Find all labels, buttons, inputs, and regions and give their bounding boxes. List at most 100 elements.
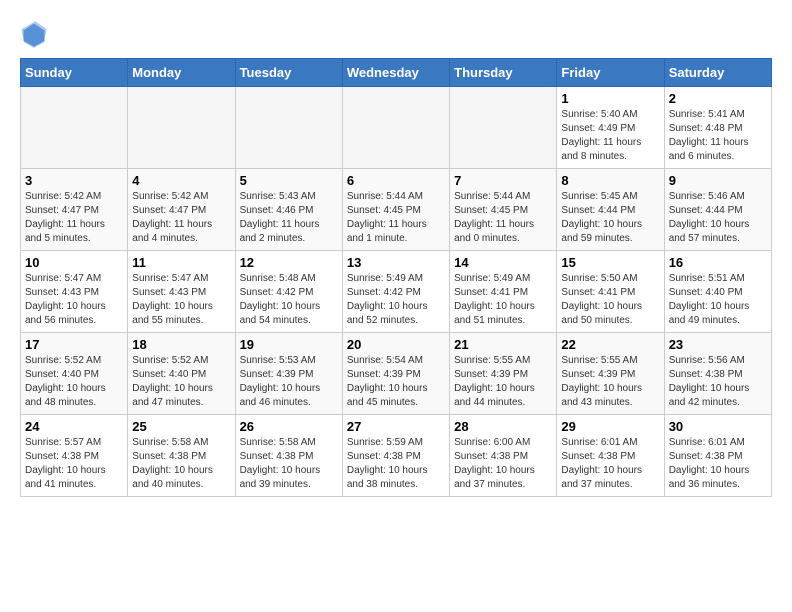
calendar-cell: 25Sunrise: 5:58 AM Sunset: 4:38 PM Dayli… (128, 415, 235, 497)
calendar-cell: 8 Sunrise: 5:45 AM Sunset: 4:44 PM Daylig… (557, 169, 664, 251)
day-number: 3 (25, 173, 123, 188)
calendar-cell: 16Sunrise: 5:51 AM Sunset: 4:40 PM Dayli… (664, 251, 771, 333)
header-wednesday: Wednesday (342, 59, 449, 87)
header-sunday: Sunday (21, 59, 128, 87)
calendar-cell: 18Sunrise: 5:52 AM Sunset: 4:40 PM Dayli… (128, 333, 235, 415)
day-info: Sunrise: 5:55 AM Sunset: 4:39 PM Dayligh… (561, 354, 659, 410)
calendar-cell (21, 87, 128, 169)
day-number: 13 (347, 255, 445, 270)
day-info: Sunrise: 5:42 AM Sunset: 4:47 PM Dayligh… (25, 190, 123, 246)
day-info: Sunrise: 6:01 AM Sunset: 4:38 PM Dayligh… (669, 436, 767, 492)
day-info: Sunrise: 6:00 AM Sunset: 4:38 PM Dayligh… (454, 436, 552, 492)
day-info: Sunrise: 5:42 AM Sunset: 4:47 PM Dayligh… (132, 190, 230, 246)
week-row-5: 24 Sunrise: 5:57 AM Sunset: 4:38 PM Dayli… (21, 415, 772, 497)
calendar-cell: 7 Sunrise: 5:44 AM Sunset: 4:45 PM Daylig… (450, 169, 557, 251)
day-info: Sunrise: 5:54 AM Sunset: 4:39 PM Dayligh… (347, 354, 445, 410)
day-info: Sunrise: 5:52 AM Sunset: 4:40 PM Dayligh… (25, 354, 123, 410)
calendar-cell: 20Sunrise: 5:54 AM Sunset: 4:39 PM Dayli… (342, 333, 449, 415)
calendar-cell: 10 Sunrise: 5:47 AM Sunset: 4:43 PM Dayli… (21, 251, 128, 333)
calendar-cell: 9 Sunrise: 5:46 AM Sunset: 4:44 PM Daylig… (664, 169, 771, 251)
day-info: Sunrise: 5:40 AM Sunset: 4:49 PM Dayligh… (561, 108, 659, 164)
day-number: 22 (561, 337, 659, 352)
day-number: 8 (561, 173, 659, 188)
calendar-cell (450, 87, 557, 169)
day-info: Sunrise: 5:44 AM Sunset: 4:45 PM Dayligh… (347, 190, 445, 246)
day-number: 26 (240, 419, 338, 434)
calendar-cell: 5 Sunrise: 5:43 AM Sunset: 4:46 PM Daylig… (235, 169, 342, 251)
day-info: Sunrise: 5:46 AM Sunset: 4:44 PM Dayligh… (669, 190, 767, 246)
header-tuesday: Tuesday (235, 59, 342, 87)
day-number: 10 (25, 255, 123, 270)
calendar-cell: 14 Sunrise: 5:49 AM Sunset: 4:41 PM Dayli… (450, 251, 557, 333)
logo-icon (20, 20, 48, 48)
day-info: Sunrise: 5:44 AM Sunset: 4:45 PM Dayligh… (454, 190, 552, 246)
calendar-cell (235, 87, 342, 169)
day-number: 17 (25, 337, 123, 352)
calendar-cell: 26 Sunrise: 5:58 AM Sunset: 4:38 PM Dayli… (235, 415, 342, 497)
day-number: 14 (454, 255, 552, 270)
day-info: Sunrise: 5:59 AM Sunset: 4:38 PM Dayligh… (347, 436, 445, 492)
day-number: 6 (347, 173, 445, 188)
day-info: Sunrise: 5:51 AM Sunset: 4:40 PM Dayligh… (669, 272, 767, 328)
header-row: SundayMondayTuesdayWednesdayThursdayFrid… (21, 59, 772, 87)
calendar-cell: 13 Sunrise: 5:49 AM Sunset: 4:42 PM Dayli… (342, 251, 449, 333)
calendar-cell: 23Sunrise: 5:56 AM Sunset: 4:38 PM Dayli… (664, 333, 771, 415)
day-number: 4 (132, 173, 230, 188)
header-thursday: Thursday (450, 59, 557, 87)
calendar-cell: 17 Sunrise: 5:52 AM Sunset: 4:40 PM Dayli… (21, 333, 128, 415)
calendar-cell: 15Sunrise: 5:50 AM Sunset: 4:41 PM Dayli… (557, 251, 664, 333)
day-info: Sunrise: 5:55 AM Sunset: 4:39 PM Dayligh… (454, 354, 552, 410)
calendar-cell: 30 Sunrise: 6:01 AM Sunset: 4:38 PM Dayli… (664, 415, 771, 497)
calendar-cell: 4 Sunrise: 5:42 AM Sunset: 4:47 PM Daylig… (128, 169, 235, 251)
header-friday: Friday (557, 59, 664, 87)
day-number: 30 (669, 419, 767, 434)
day-info: Sunrise: 5:47 AM Sunset: 4:43 PM Dayligh… (132, 272, 230, 328)
day-number: 15 (561, 255, 659, 270)
day-number: 2 (669, 91, 767, 106)
day-number: 21 (454, 337, 552, 352)
calendar-cell (128, 87, 235, 169)
day-info: Sunrise: 5:45 AM Sunset: 4:44 PM Dayligh… (561, 190, 659, 246)
week-row-3: 10 Sunrise: 5:47 AM Sunset: 4:43 PM Dayli… (21, 251, 772, 333)
day-number: 5 (240, 173, 338, 188)
calendar-cell: 28 Sunrise: 6:00 AM Sunset: 4:38 PM Dayli… (450, 415, 557, 497)
day-info: Sunrise: 5:41 AM Sunset: 4:48 PM Dayligh… (669, 108, 767, 164)
calendar-cell: 6 Sunrise: 5:44 AM Sunset: 4:45 PM Daylig… (342, 169, 449, 251)
day-info: Sunrise: 5:57 AM Sunset: 4:38 PM Dayligh… (25, 436, 123, 492)
day-number: 1 (561, 91, 659, 106)
day-number: 23 (669, 337, 767, 352)
day-info: Sunrise: 5:52 AM Sunset: 4:40 PM Dayligh… (132, 354, 230, 410)
day-number: 29 (561, 419, 659, 434)
day-info: Sunrise: 5:43 AM Sunset: 4:46 PM Dayligh… (240, 190, 338, 246)
calendar-cell: 29Sunrise: 6:01 AM Sunset: 4:38 PM Dayli… (557, 415, 664, 497)
calendar-table: SundayMondayTuesdayWednesdayThursdayFrid… (20, 58, 772, 497)
calendar-cell: 19 Sunrise: 5:53 AM Sunset: 4:39 PM Dayli… (235, 333, 342, 415)
calendar-cell: 1 Sunrise: 5:40 AM Sunset: 4:49 PM Daylig… (557, 87, 664, 169)
day-number: 19 (240, 337, 338, 352)
day-number: 12 (240, 255, 338, 270)
day-number: 27 (347, 419, 445, 434)
day-number: 24 (25, 419, 123, 434)
calendar-cell: 21 Sunrise: 5:55 AM Sunset: 4:39 PM Dayli… (450, 333, 557, 415)
day-info: Sunrise: 5:58 AM Sunset: 4:38 PM Dayligh… (240, 436, 338, 492)
calendar-cell: 27 Sunrise: 5:59 AM Sunset: 4:38 PM Dayli… (342, 415, 449, 497)
day-info: Sunrise: 5:47 AM Sunset: 4:43 PM Dayligh… (25, 272, 123, 328)
calendar-cell: 3 Sunrise: 5:42 AM Sunset: 4:47 PM Daylig… (21, 169, 128, 251)
day-number: 9 (669, 173, 767, 188)
day-info: Sunrise: 5:53 AM Sunset: 4:39 PM Dayligh… (240, 354, 338, 410)
calendar-cell: 24 Sunrise: 5:57 AM Sunset: 4:38 PM Dayli… (21, 415, 128, 497)
calendar-cell: 12 Sunrise: 5:48 AM Sunset: 4:42 PM Dayli… (235, 251, 342, 333)
week-row-1: 1 Sunrise: 5:40 AM Sunset: 4:49 PM Daylig… (21, 87, 772, 169)
day-number: 7 (454, 173, 552, 188)
logo (20, 20, 52, 48)
header (20, 20, 772, 48)
day-number: 28 (454, 419, 552, 434)
week-row-2: 3 Sunrise: 5:42 AM Sunset: 4:47 PM Daylig… (21, 169, 772, 251)
calendar-cell: 22 Sunrise: 5:55 AM Sunset: 4:39 PM Dayli… (557, 333, 664, 415)
header-monday: Monday (128, 59, 235, 87)
day-info: Sunrise: 5:58 AM Sunset: 4:38 PM Dayligh… (132, 436, 230, 492)
day-info: Sunrise: 5:49 AM Sunset: 4:41 PM Dayligh… (454, 272, 552, 328)
day-info: Sunrise: 5:48 AM Sunset: 4:42 PM Dayligh… (240, 272, 338, 328)
day-info: Sunrise: 5:49 AM Sunset: 4:42 PM Dayligh… (347, 272, 445, 328)
week-row-4: 17 Sunrise: 5:52 AM Sunset: 4:40 PM Dayli… (21, 333, 772, 415)
